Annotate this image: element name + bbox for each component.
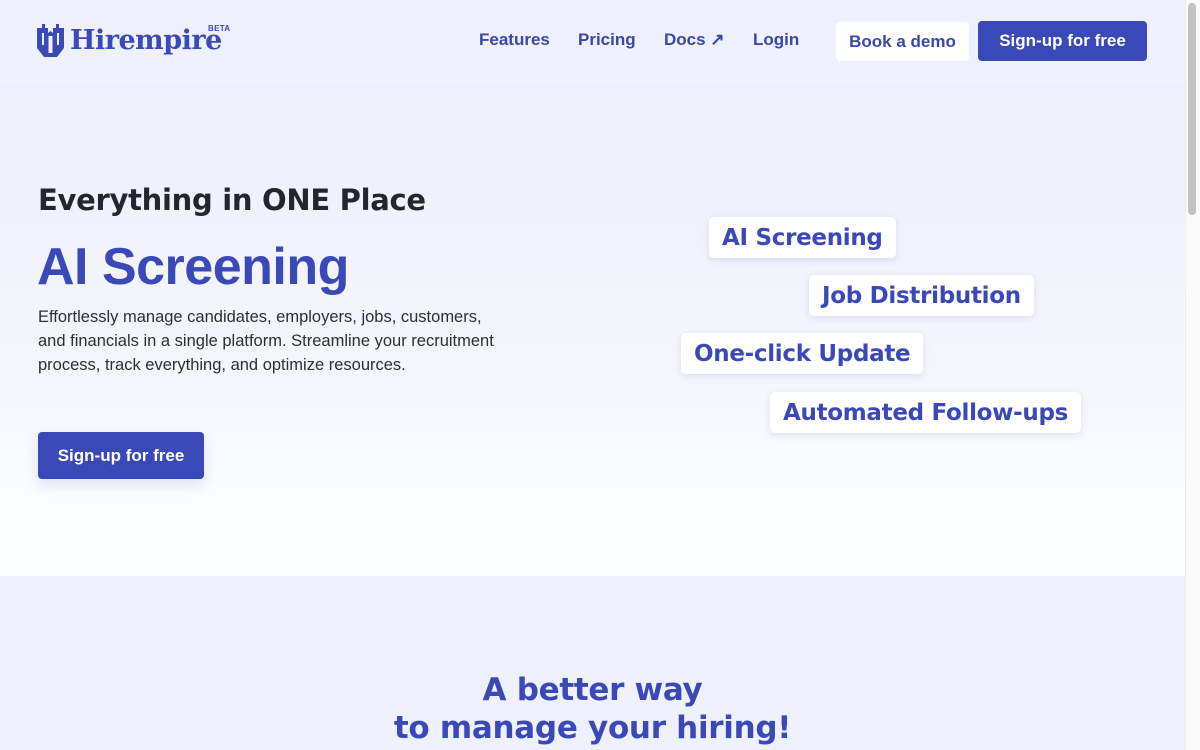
- nav-pricing[interactable]: Pricing: [578, 30, 636, 50]
- page: Hirempire BETA Features Pricing Docs ↗ L…: [0, 0, 1185, 750]
- feature-pill-automated-follow-ups: Automated Follow-ups: [770, 392, 1081, 433]
- castle-shield-icon: [37, 24, 64, 57]
- nav-features[interactable]: Features: [479, 30, 550, 50]
- signup-button-header[interactable]: Sign-up for free: [978, 21, 1147, 61]
- nav-docs[interactable]: Docs ↗: [664, 30, 725, 50]
- brand-name: Hirempire: [70, 25, 222, 56]
- section-title: A better way to manage your hiring!: [0, 671, 1185, 747]
- logo[interactable]: Hirempire BETA: [37, 24, 230, 57]
- book-demo-button[interactable]: Book a demo: [836, 22, 969, 61]
- section-title-line1: A better way: [482, 672, 703, 708]
- section-title-line2: to manage your hiring!: [393, 710, 792, 746]
- hero-description: Effortlessly manage candidates, employer…: [38, 308, 494, 374]
- nav-login[interactable]: Login: [753, 30, 799, 50]
- feature-pill-ai-screening: AI Screening: [709, 217, 896, 258]
- feature-pill-job-distribution: Job Distribution: [809, 275, 1034, 316]
- signup-button-hero[interactable]: Sign-up for free: [38, 432, 204, 479]
- site-header: Hirempire BETA Features Pricing Docs ↗ L…: [0, 0, 1185, 82]
- scrollbar-thumb[interactable]: [1188, 3, 1196, 215]
- hero-headline: AI Screening: [37, 238, 349, 296]
- feature-pill-one-click-update: One-click Update: [681, 333, 924, 374]
- hero-eyebrow: Everything in ONE Place: [38, 183, 426, 217]
- beta-badge: BETA: [208, 24, 231, 33]
- better-way-section: A better way to manage your hiring!: [0, 576, 1185, 750]
